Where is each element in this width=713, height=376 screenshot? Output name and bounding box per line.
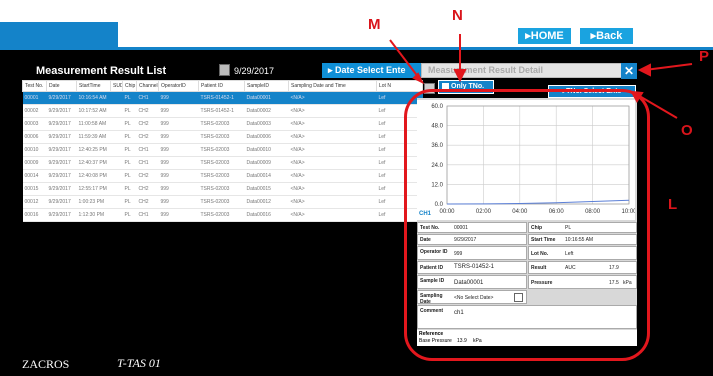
arrow-o-head <box>630 90 644 103</box>
annotation-p: P <box>699 48 710 65</box>
annotation-m: M <box>368 16 381 33</box>
arrow-m-head <box>412 72 425 85</box>
arrow-p <box>644 63 693 71</box>
arrow-o <box>635 93 678 119</box>
arrow-p-head <box>637 63 651 77</box>
annotation-n: N <box>452 7 463 24</box>
annotation-arrows <box>389 34 693 119</box>
app-window: { "header": {"tab_label": "Data", "home_… <box>0 0 713 376</box>
annotation-o: O <box>681 122 693 139</box>
arrow-n-head <box>453 69 467 83</box>
annotation-l: L <box>668 196 678 213</box>
